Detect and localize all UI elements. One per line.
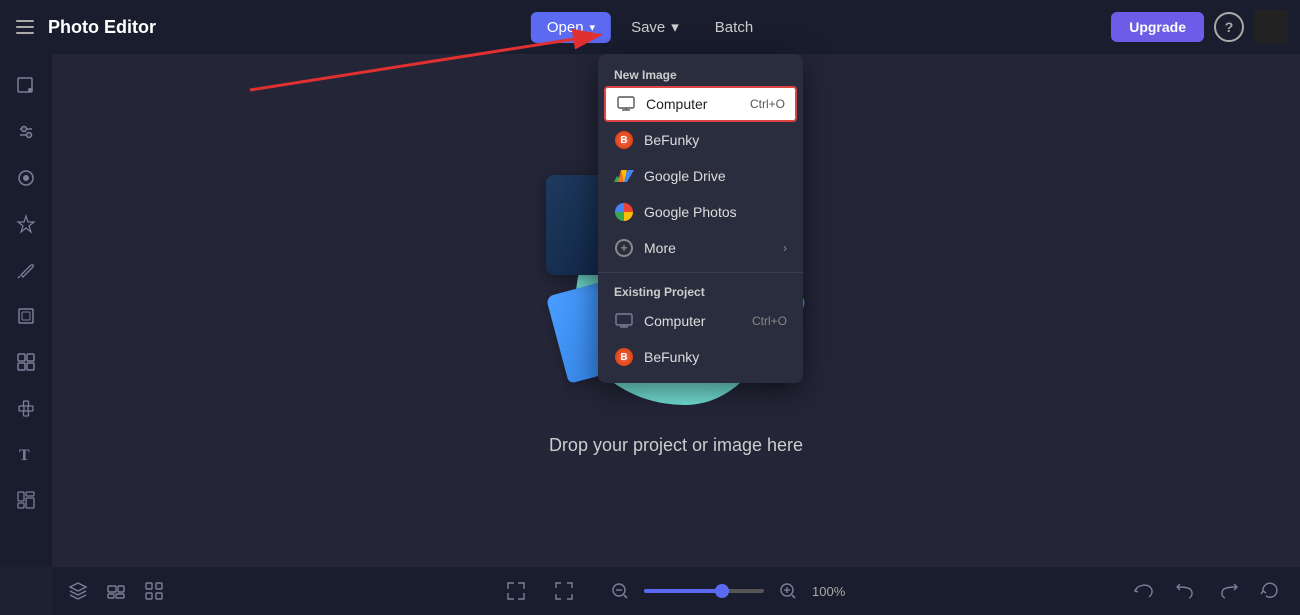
- graphics-icon: [16, 398, 36, 418]
- reset-icon[interactable]: [1254, 575, 1286, 607]
- save-button[interactable]: Save ▾: [615, 11, 695, 43]
- fit-screen-icon[interactable]: [548, 575, 580, 607]
- existing-project-section-label: Existing Project: [598, 279, 803, 303]
- gdrive-icon: [614, 166, 634, 186]
- zoom-percent-label: 100%: [812, 584, 852, 599]
- redo-icon[interactable]: [1212, 575, 1244, 607]
- retouch-icon: [16, 260, 36, 280]
- open-chevron-icon: ▾: [590, 21, 596, 34]
- new-image-section-label: New Image: [598, 62, 803, 86]
- menu-item-befunky-existing-label: BeFunky: [644, 349, 699, 365]
- befunky-icon: B: [614, 130, 634, 150]
- more-icon: +: [614, 238, 634, 258]
- topbar: Photo Editor Open ▾ Save ▾ Batch Upgrade…: [0, 0, 1300, 54]
- collage-icon: [16, 490, 36, 510]
- undo-history-icon[interactable]: [1128, 575, 1160, 607]
- menu-item-gdrive-new-label: Google Drive: [644, 168, 726, 184]
- adjustments-icon: [16, 122, 36, 142]
- zoom-controls: 100%: [604, 575, 852, 607]
- zoom-in-icon[interactable]: [772, 575, 804, 607]
- crop-icon: [16, 76, 36, 96]
- menu-divider: [598, 272, 803, 273]
- menu-item-gphotos-new[interactable]: Google Photos: [598, 194, 803, 230]
- svg-text:T: T: [19, 447, 30, 464]
- more-arrow-icon: ›: [783, 241, 787, 255]
- history-icon[interactable]: [100, 575, 132, 607]
- grid-icon[interactable]: [138, 575, 170, 607]
- menu-item-befunky-new-label: BeFunky: [644, 132, 699, 148]
- bottombar: 100%: [52, 567, 1300, 615]
- bottombar-right: [1128, 567, 1300, 615]
- sidebar-item-retouch[interactable]: [6, 250, 46, 290]
- monitor-icon-existing: [614, 311, 634, 331]
- menu-item-computer-new-label: Computer: [646, 96, 707, 112]
- bottombar-left: [52, 567, 170, 615]
- undo-icon[interactable]: [1170, 575, 1202, 607]
- overlays-icon: [16, 352, 36, 372]
- ai-icon: [16, 214, 36, 234]
- effects-icon: [16, 168, 36, 188]
- avatar[interactable]: [1254, 10, 1288, 44]
- menu-item-befunky-new[interactable]: B BeFunky: [598, 122, 803, 158]
- open-dropdown-menu: New Image Computer Ctrl+O B BeFunky: [598, 54, 803, 383]
- sidebar-item-overlays[interactable]: [6, 342, 46, 382]
- topbar-right: Upgrade ?: [1111, 10, 1288, 44]
- help-button[interactable]: ?: [1214, 12, 1244, 42]
- frames-icon: [16, 306, 36, 326]
- menu-item-computer-existing[interactable]: Computer Ctrl+O: [598, 303, 803, 339]
- sidebar-item-effects[interactable]: [6, 158, 46, 198]
- menu-item-computer-new-shortcut: Ctrl+O: [750, 97, 785, 111]
- topbar-left: Photo Editor: [12, 16, 156, 38]
- text-icon: T: [16, 444, 36, 464]
- gphotos-icon: [614, 202, 634, 222]
- sidebar-item-crop[interactable]: [6, 66, 46, 106]
- zoom-out-icon[interactable]: [604, 575, 636, 607]
- menu-icon[interactable]: [12, 16, 38, 38]
- fullscreen-icon[interactable]: [500, 575, 532, 607]
- monitor-icon: [616, 94, 636, 114]
- sidebar-item-adjustments[interactable]: [6, 112, 46, 152]
- topbar-center: Open ▾ Save ▾ Batch: [531, 11, 769, 43]
- menu-item-computer-new[interactable]: Computer Ctrl+O: [604, 86, 797, 122]
- menu-item-computer-existing-shortcut: Ctrl+O: [752, 314, 787, 328]
- menu-item-more-new[interactable]: + More ›: [598, 230, 803, 266]
- menu-item-more-new-label: More: [644, 240, 676, 256]
- sidebar-item-frames[interactable]: [6, 296, 46, 336]
- sidebar-item-ai[interactable]: [6, 204, 46, 244]
- layers-icon[interactable]: [62, 575, 94, 607]
- app-title: Photo Editor: [48, 17, 156, 38]
- sidebar-item-graphics[interactable]: [6, 388, 46, 428]
- menu-item-computer-existing-label: Computer: [644, 313, 705, 329]
- menu-item-befunky-existing[interactable]: B BeFunky: [598, 339, 803, 375]
- sidebar-item-collage[interactable]: [6, 480, 46, 520]
- upgrade-button[interactable]: Upgrade: [1111, 12, 1204, 42]
- befunky-icon-existing: B: [614, 347, 634, 367]
- zoom-slider[interactable]: [644, 589, 764, 593]
- batch-button[interactable]: Batch: [699, 12, 769, 43]
- drop-text: Drop your project or image here: [549, 435, 803, 456]
- sidebar-item-text[interactable]: T: [6, 434, 46, 474]
- menu-item-gphotos-new-label: Google Photos: [644, 204, 737, 220]
- sidebar: T: [0, 54, 52, 567]
- zoom-thumb[interactable]: [715, 584, 729, 598]
- open-button[interactable]: Open ▾: [531, 12, 611, 43]
- menu-item-gdrive-new[interactable]: Google Drive: [598, 158, 803, 194]
